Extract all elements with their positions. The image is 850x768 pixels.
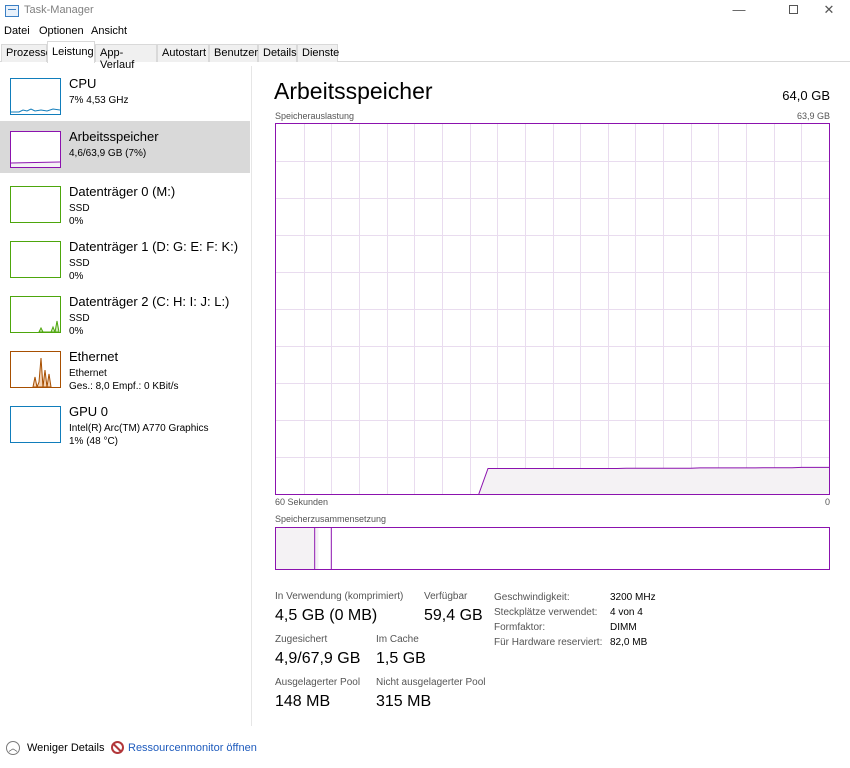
graph-max-label: 63,9 GB bbox=[796, 111, 830, 121]
fewer-details-link[interactable]: Weniger Details bbox=[27, 742, 104, 754]
sidebar-title: Datenträger 2 (C: H: I: J: L:) bbox=[69, 294, 230, 309]
menu-ansicht[interactable]: Ansicht bbox=[91, 25, 127, 37]
disk-1-thumbnail-graph bbox=[10, 241, 61, 278]
gpu-0-thumbnail-graph bbox=[10, 406, 61, 443]
sidebar-subtitle: Intel(R) Arc(TM) A770 Graphics bbox=[69, 423, 209, 434]
sidebar-subtitle: SSD bbox=[69, 313, 90, 324]
sidebar-subtitle: 1% (48 °C) bbox=[69, 436, 119, 447]
available-label: Verfügbar bbox=[424, 591, 468, 602]
sidebar-subtitle: 0% bbox=[69, 216, 84, 227]
cached-value: 1,5 GB bbox=[376, 650, 426, 667]
maximize-icon bbox=[788, 5, 798, 14]
memory-thumbnail-area bbox=[11, 161, 60, 167]
sidebar-subtitle: SSD bbox=[69, 203, 90, 214]
composition-modified bbox=[315, 528, 319, 569]
sidebar-title: Ethernet bbox=[69, 349, 119, 364]
form-factor-label: Formfaktor: bbox=[494, 622, 546, 633]
memory-thumbnail-graph bbox=[10, 131, 61, 168]
task-manager-icon bbox=[5, 5, 19, 17]
sidebar-item-disk-1[interactable]: Datenträger 1 (D: G: E: F: K:) SSD 0% bbox=[0, 231, 250, 283]
sidebar-item-memory[interactable]: Arbeitsspeicher 4,6/63,9 GB (7%) bbox=[0, 121, 250, 173]
tab-benutzer[interactable]: Benutzer bbox=[209, 44, 258, 62]
sidebar-subtitle: 4,6/63,9 GB (7%) bbox=[69, 148, 147, 159]
form-factor-value: DIMM bbox=[610, 622, 637, 633]
cached-label: Im Cache bbox=[376, 634, 419, 645]
sidebar-subtitle: Ges.: 8,0 Empf.: 0 KBit/s bbox=[69, 381, 179, 392]
disk-2-thumbnail-line bbox=[38, 320, 60, 332]
slots-value: 4 von 4 bbox=[610, 607, 643, 618]
sidebar-subtitle: 7% 4,53 GHz bbox=[69, 95, 129, 106]
nonpaged-pool-value: 315 MB bbox=[376, 693, 432, 710]
sidebar-title: GPU 0 bbox=[69, 404, 109, 419]
memory-usage-chart bbox=[276, 124, 829, 495]
menu-bar: Datei Optionen Ansicht bbox=[0, 22, 850, 40]
ethernet-thumbnail-graph bbox=[10, 351, 61, 388]
cpu-thumbnail-line bbox=[11, 108, 60, 113]
available-value: 59,4 GB bbox=[424, 607, 483, 624]
menu-optionen[interactable]: Optionen bbox=[39, 25, 84, 37]
tab-prozesse[interactable]: Prozesse bbox=[1, 44, 52, 62]
chevron-up-icon[interactable]: ︿ bbox=[6, 741, 20, 755]
graph-zero-label: 0 bbox=[824, 497, 830, 507]
resource-monitor-icon[interactable] bbox=[111, 741, 124, 754]
speed-label: Geschwindigkeit: bbox=[494, 592, 570, 603]
memory-composition-bar bbox=[275, 527, 830, 570]
sidebar-item-gpu-0[interactable]: GPU 0 Intel(R) Arc(TM) A770 Graphics 1% … bbox=[0, 396, 250, 448]
close-button[interactable]: ✕ bbox=[806, 0, 850, 22]
tab-dienste[interactable]: Dienste bbox=[297, 44, 339, 62]
committed-label: Zugesichert bbox=[275, 634, 328, 645]
disk-0-thumbnail-graph bbox=[10, 186, 61, 223]
in-use-label: In Verwendung (komprimiert) bbox=[275, 591, 404, 602]
speed-value: 3200 MHz bbox=[610, 592, 656, 603]
sidebar-title: Datenträger 0 (M:) bbox=[69, 184, 176, 199]
composition-label: Speicherzusammensetzung bbox=[275, 514, 387, 524]
slots-label: Steckplätze verwendet: bbox=[494, 607, 598, 618]
sidebar-subtitle: 0% bbox=[69, 271, 84, 282]
open-resource-monitor-link[interactable]: Ressourcenmonitor öffnen bbox=[128, 742, 257, 754]
title-bar[interactable]: Task-Manager — ✕ bbox=[0, 0, 850, 22]
hardware-reserved-value: 82,0 MB bbox=[610, 637, 648, 648]
tab-autostart[interactable]: Autostart bbox=[157, 44, 209, 62]
tab-leistung[interactable]: Leistung bbox=[47, 41, 95, 63]
tab-bar: Prozesse Leistung App-Verlauf Autostart … bbox=[0, 40, 850, 71]
in-use-value: 4,5 GB (0 MB) bbox=[275, 607, 378, 624]
paged-pool-value: 148 MB bbox=[275, 693, 331, 710]
cpu-thumbnail-graph bbox=[10, 78, 61, 115]
sidebar-item-ethernet[interactable]: Ethernet Ethernet Ges.: 8,0 Empf.: 0 KBi… bbox=[0, 341, 250, 393]
ethernet-thumbnail-line bbox=[32, 357, 52, 387]
sidebar-subtitle: Ethernet bbox=[69, 368, 107, 379]
paged-pool-label: Ausgelagerter Pool bbox=[275, 677, 361, 688]
disk-2-thumbnail-graph bbox=[10, 296, 61, 333]
sidebar-subtitle: 0% bbox=[69, 326, 84, 337]
nonpaged-pool-label: Nicht ausgelagerter Pool bbox=[376, 677, 486, 688]
tab-app-verlauf[interactable]: App-Verlauf bbox=[95, 44, 157, 71]
memory-usage-area bbox=[478, 467, 829, 494]
sidebar-item-cpu[interactable]: CPU 7% 4,53 GHz bbox=[0, 68, 250, 120]
page-title: Arbeitsspeicher bbox=[274, 78, 433, 104]
window-title: Task-Manager bbox=[24, 4, 94, 16]
memory-total: 64,0 GB bbox=[782, 88, 830, 103]
resource-sidebar: CPU 7% 4,53 GHz Arbeitsspeicher 4,6/63,9… bbox=[0, 66, 252, 726]
composition-in-use bbox=[276, 528, 315, 569]
sidebar-title: Datenträger 1 (D: G: E: F: K:) bbox=[69, 239, 239, 254]
memory-usage-graph bbox=[275, 123, 830, 495]
footer: ︿ Weniger Details Ressourcenmonitor öffn… bbox=[0, 736, 850, 760]
tab-details[interactable]: Details bbox=[258, 44, 297, 62]
sidebar-title: Arbeitsspeicher bbox=[69, 129, 159, 144]
minimize-button[interactable]: — bbox=[716, 0, 762, 22]
graph-time-label: 60 Sekunden bbox=[275, 497, 329, 507]
graph-label: Speicherauslastung bbox=[275, 111, 355, 121]
sidebar-title: CPU bbox=[69, 76, 97, 91]
sidebar-item-disk-0[interactable]: Datenträger 0 (M:) SSD 0% bbox=[0, 176, 250, 228]
sidebar-item-disk-2[interactable]: Datenträger 2 (C: H: I: J: L:) SSD 0% bbox=[0, 286, 250, 338]
menu-datei[interactable]: Datei bbox=[4, 25, 30, 37]
committed-value: 4,9/67,9 GB bbox=[275, 650, 361, 667]
sidebar-subtitle: SSD bbox=[69, 258, 90, 269]
hardware-reserved-label: Für Hardware reserviert: bbox=[494, 637, 603, 648]
memory-composition-chart bbox=[276, 528, 332, 569]
